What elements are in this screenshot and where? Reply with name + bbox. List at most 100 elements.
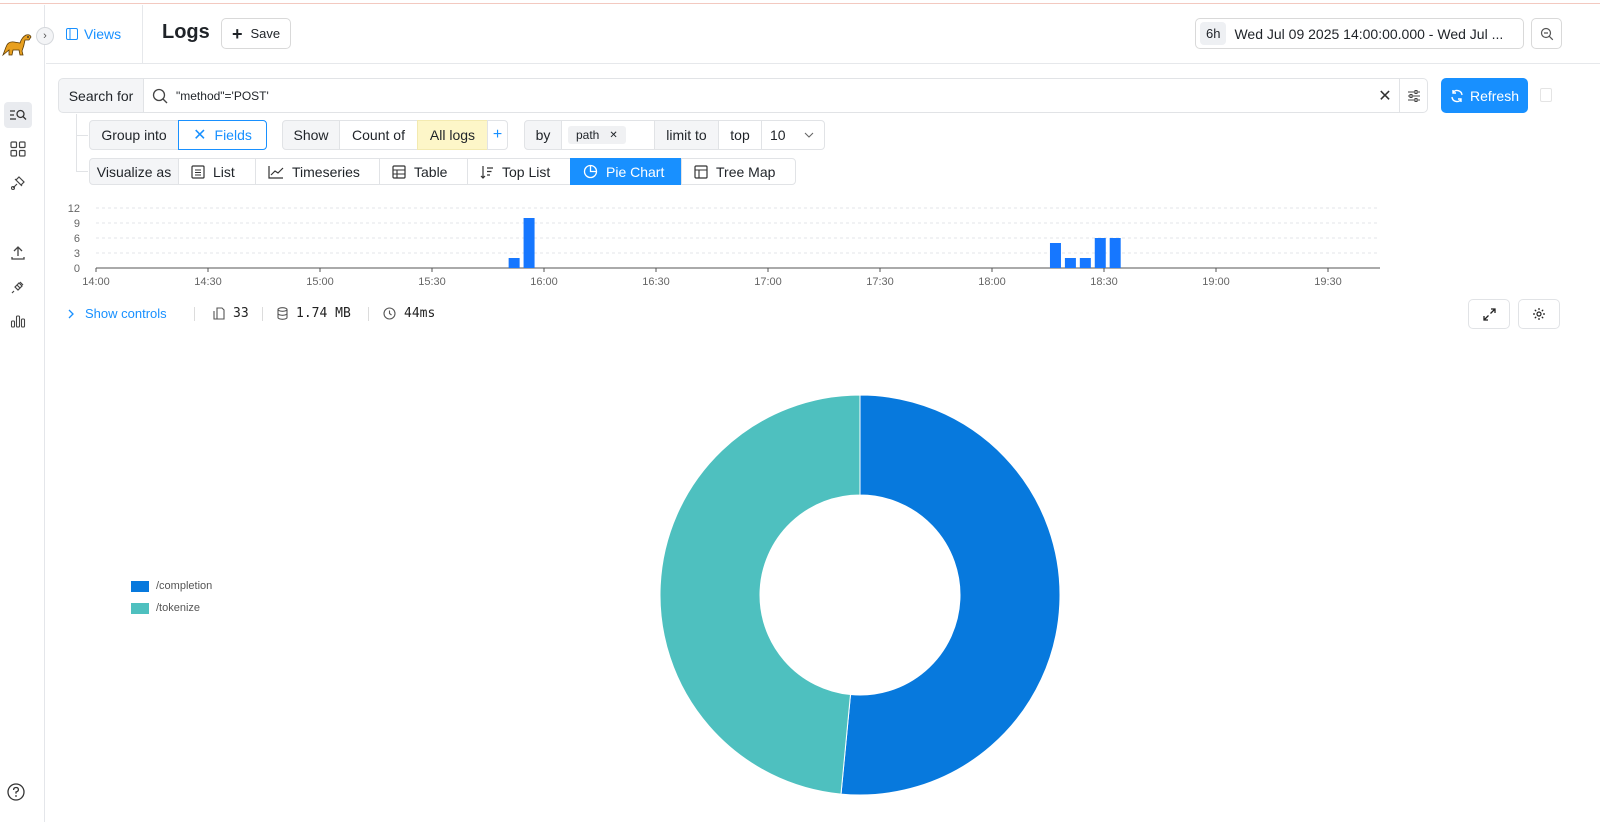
chart-settings-button[interactable] — [1518, 299, 1560, 329]
save-button[interactable]: + Save — [221, 18, 292, 49]
plus-icon: + — [232, 23, 243, 44]
pie-legend: /completion /tokenize — [131, 575, 212, 619]
page-header: Views Logs + Save 6h Wed Jul 09 2025 14:… — [46, 5, 1600, 64]
time-preset-badge[interactable]: 6h — [1200, 22, 1227, 45]
histogram-bar[interactable] — [1049, 243, 1061, 268]
log-histogram[interactable]: 12 9 6 3 014:00 14:30 15:00 15:30 16:00 16:30 17:0… — [60, 198, 1390, 290]
sort-descending-icon — [480, 165, 493, 179]
database-icon — [277, 307, 288, 320]
x-tick-label: 18:30 — [1090, 276, 1118, 288]
log-search-icon[interactable] — [4, 102, 32, 128]
pie-slice[interactable] — [659, 394, 861, 795]
views-label: Views — [84, 26, 122, 42]
by-label: by — [524, 120, 562, 150]
legend-item[interactable]: /completion — [131, 575, 212, 597]
viz-timeseries-label: Timeseries — [292, 163, 360, 180]
viz-list-label: List — [213, 163, 235, 180]
upload-icon[interactable] — [4, 240, 32, 266]
data-size-stat: 1.74 MB — [277, 306, 351, 321]
sidebar: › — [0, 5, 54, 822]
viz-tree-map-button[interactable]: Tree Map — [681, 158, 796, 185]
histogram-bar[interactable] — [1094, 238, 1106, 268]
document-count-icon — [213, 307, 225, 320]
limit-select[interactable]: 10 — [761, 120, 825, 150]
count-of-dropdown[interactable]: Count of — [339, 120, 418, 150]
divider — [262, 307, 263, 321]
x-tick-label: 17:30 — [866, 276, 894, 288]
show-controls-label: Show controls — [85, 306, 167, 321]
query-duration-value: 44ms — [404, 306, 436, 321]
histogram-bar[interactable] — [508, 258, 520, 268]
help-icon[interactable] — [6, 782, 26, 802]
pie-chart[interactable] — [650, 385, 1070, 805]
filter-settings-button[interactable] — [1400, 78, 1428, 113]
top-dropdown[interactable]: top — [718, 120, 762, 150]
clock-icon — [383, 307, 396, 320]
group-by-field-select[interactable]: path ✕ — [561, 120, 655, 150]
zoom-out-button[interactable] — [1531, 18, 1562, 49]
y-tick-label: 6 — [74, 233, 80, 245]
x-tick-label: 15:00 — [306, 276, 334, 288]
expand-sidebar-button[interactable]: › — [36, 27, 54, 45]
histogram-bar[interactable] — [523, 218, 535, 268]
viz-table-label: Table — [414, 163, 448, 180]
viz-top-list-button[interactable]: Top List — [467, 158, 571, 185]
fields-button[interactable]: ✕ Fields — [178, 120, 267, 150]
viz-pie-chart-label: Pie Chart — [606, 163, 665, 180]
legend-label: /tokenize — [156, 602, 201, 614]
limit-value: 10 — [770, 127, 786, 143]
pie-slice[interactable] — [840, 394, 1061, 796]
table-icon — [392, 164, 406, 179]
dashboards-icon[interactable] — [4, 136, 32, 162]
query-duration-stat: 44ms — [383, 306, 435, 321]
refresh-button[interactable]: Refresh — [1441, 78, 1528, 113]
search-query-text[interactable]: "method"='POST' — [176, 89, 1363, 103]
dinosaur-logo[interactable] — [0, 29, 34, 57]
search-input[interactable]: "method"='POST' ✕ — [143, 78, 1400, 113]
views-link[interactable]: Views — [66, 26, 121, 42]
fullscreen-button[interactable] — [1468, 299, 1510, 329]
all-logs-dropdown[interactable]: All logs — [417, 120, 488, 150]
x-tick-label: 19:30 — [1314, 276, 1342, 288]
plug-icon[interactable] — [4, 274, 32, 300]
views-icon — [66, 28, 78, 40]
clear-search-icon[interactable]: ✕ — [1371, 86, 1399, 106]
top-accent-line — [0, 0, 1600, 4]
x-tick-label: 19:00 — [1202, 276, 1230, 288]
visualize-as-label: Visualize as — [89, 158, 179, 185]
save-label: Save — [250, 26, 281, 41]
histogram-bar[interactable] — [1064, 258, 1076, 268]
x-tick-label: 16:00 — [530, 276, 558, 288]
legend-label: /completion — [156, 580, 213, 592]
viz-table-button[interactable]: Table — [379, 158, 468, 185]
tree-connector — [76, 114, 77, 172]
search-icon — [152, 88, 168, 103]
histogram-bar[interactable] — [1079, 258, 1091, 268]
refresh-icon — [1451, 89, 1463, 102]
viz-timeseries-button[interactable]: Timeseries — [255, 158, 380, 185]
legend-item[interactable]: /tokenize — [131, 597, 212, 619]
path-tag: path ✕ — [568, 126, 626, 144]
remove-tag-icon[interactable]: ✕ — [609, 130, 617, 141]
copy-icon[interactable] — [1540, 88, 1552, 102]
chart-bars-icon[interactable] — [4, 308, 32, 334]
chevron-down-icon — [804, 132, 814, 138]
show-controls-toggle[interactable]: Show controls — [68, 306, 167, 321]
refresh-label: Refresh — [1469, 87, 1520, 104]
satellite-icon[interactable] — [4, 170, 32, 196]
divider — [194, 307, 195, 321]
list-icon — [191, 164, 205, 179]
viz-pie-chart-button[interactable]: Pie Chart — [570, 158, 682, 185]
viz-list-button[interactable]: List — [178, 158, 256, 185]
legend-swatch — [131, 602, 149, 614]
y-tick-label: 0 — [74, 263, 80, 275]
histogram-bar[interactable] — [1109, 238, 1121, 268]
add-metric-button[interactable]: + — [487, 120, 508, 150]
path-tag-label: path — [576, 128, 600, 142]
time-range-picker[interactable]: 6h Wed Jul 09 2025 14:00:00.000 - Wed Ju… — [1195, 18, 1524, 49]
x-tick-label: 14:00 — [82, 276, 110, 288]
divider — [368, 307, 369, 321]
legend-swatch — [131, 580, 149, 592]
log-count-value: 33 — [233, 306, 249, 321]
limit-to-label: limit to — [654, 120, 719, 150]
